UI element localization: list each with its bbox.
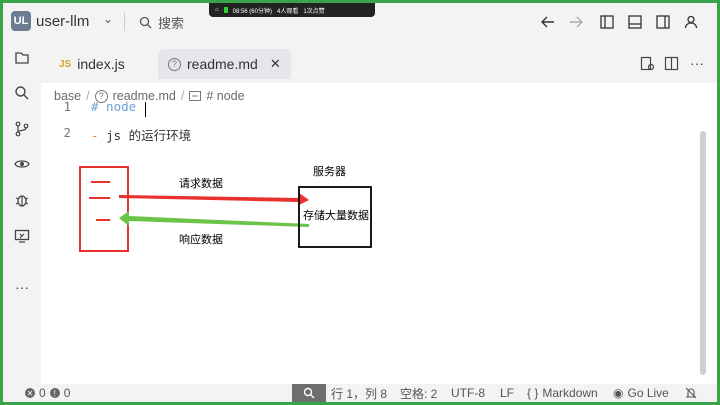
- panel-layout-icon: [628, 15, 642, 29]
- split-editor-button[interactable]: [661, 53, 681, 73]
- warning-count: 0: [63, 386, 71, 400]
- diagram: 请求数据 响应数据 服务器 存储大量数据: [79, 165, 372, 252]
- back-button[interactable]: [537, 11, 559, 33]
- arrow-left-icon: [541, 16, 554, 28]
- broadcast-icon: ◉: [613, 386, 624, 400]
- code-line: # node: [91, 99, 137, 114]
- home-icon: ⌂: [215, 7, 219, 13]
- breadcrumb-separator: /: [86, 89, 90, 103]
- line-number: 1: [63, 99, 71, 114]
- go-live-button[interactable]: ◉ Go Live: [613, 384, 669, 402]
- toggle-secondary-sidebar-button[interactable]: [652, 11, 674, 33]
- activity-bar: ···: [3, 41, 41, 384]
- signal-icon: [223, 7, 228, 13]
- user-icon: [684, 15, 698, 29]
- overlay-viewers: 4人观看: [276, 8, 299, 15]
- error-icon: ✕: [25, 388, 35, 398]
- sidebar-layout-icon: [600, 15, 614, 29]
- overlay-likes: 1次点赞: [303, 8, 325, 15]
- search-label: 搜索: [158, 15, 185, 31]
- close-icon[interactable]: ✕: [270, 56, 281, 72]
- problems-indicator[interactable]: ✕ 0 ! 0: [25, 384, 70, 402]
- debug-button[interactable]: [10, 188, 34, 212]
- search-view-button[interactable]: [10, 81, 34, 105]
- response-label: 响应数据: [179, 232, 223, 246]
- secondary-sidebar-icon: [656, 15, 670, 29]
- status-bar: ✕ 0 ! 0 行 1，列 8 空格: 2 UTF-8 LF { } Markd…: [3, 384, 717, 402]
- response-arrow: [119, 211, 309, 227]
- forward-button[interactable]: [565, 11, 587, 33]
- question-file-icon: ?: [168, 57, 181, 71]
- error-count: 0: [39, 386, 46, 400]
- arrow-right-icon: [570, 16, 583, 28]
- notifications-button[interactable]: [685, 384, 697, 402]
- client-box: [79, 166, 129, 252]
- tab-index-js[interactable]: JS index.js: [49, 49, 135, 79]
- divider: [124, 13, 125, 31]
- recording-overlay: ⌂ 08:56 (60分钟) 4人观看 1次点赞: [209, 3, 375, 17]
- split-icon: [664, 56, 678, 70]
- project-name[interactable]: user-llm: [36, 13, 89, 30]
- server-content: 存储大量数据: [303, 208, 369, 222]
- project-badge[interactable]: UL: [11, 11, 31, 31]
- tab-label: readme.md: [187, 56, 258, 72]
- bug-icon: [15, 195, 29, 207]
- toggle-sidebar-button[interactable]: [596, 11, 618, 33]
- breadcrumb-section[interactable]: # node: [206, 89, 244, 103]
- open-preview-button[interactable]: [637, 53, 657, 73]
- cursor-position[interactable]: 行 1，列 8: [331, 384, 387, 402]
- search-button[interactable]: 搜索: [139, 12, 184, 32]
- language-mode[interactable]: { } Markdown: [527, 384, 598, 402]
- bell-off-icon: [685, 387, 697, 399]
- server-title: 服务器: [313, 165, 346, 178]
- zoom-button[interactable]: [292, 384, 326, 402]
- search-icon: [15, 86, 29, 100]
- code-editor[interactable]: 1 # node 2 - js 的运行环境 请求数据 响应数据 服务器 存储大量…: [41, 99, 701, 384]
- editor-area: JS index.js ? readme.md ✕ ··· base / ? r…: [41, 41, 717, 384]
- remote-window-button[interactable]: [10, 224, 34, 248]
- request-label: 请求数据: [179, 176, 223, 190]
- code-text: js 的运行环境: [106, 128, 192, 143]
- search-icon: [139, 16, 152, 28]
- remote-explorer-button[interactable]: [10, 152, 34, 176]
- tab-label: index.js: [77, 56, 125, 72]
- tab-readme-md[interactable]: ? readme.md ✕: [158, 49, 291, 79]
- indentation[interactable]: 空格: 2: [400, 384, 437, 402]
- list-marker: -: [91, 128, 99, 143]
- source-control-button[interactable]: [10, 117, 34, 141]
- chevron-down-icon[interactable]: ⌄: [103, 12, 113, 26]
- javascript-file-icon: JS: [59, 58, 72, 70]
- language-label: Markdown: [542, 386, 598, 400]
- title-bar: UL user-llm ⌄ 搜索 ⌂ 08:56 (60分钟) 4人观看 1次点…: [3, 3, 717, 41]
- warning-icon: !: [49, 388, 60, 398]
- request-arrow: [119, 193, 309, 205]
- line-number: 2: [63, 125, 71, 140]
- breadcrumb-separator: /: [180, 89, 185, 103]
- eye-icon: [14, 160, 30, 168]
- preview-icon: [640, 56, 654, 70]
- app-window: UL user-llm ⌄ 搜索 ⌂ 08:56 (60分钟) 4人观看 1次点…: [3, 3, 717, 402]
- code-line: - js 的运行环境: [91, 125, 191, 144]
- vertical-scrollbar[interactable]: [700, 131, 706, 375]
- more-actions-icon[interactable]: ···: [687, 53, 707, 73]
- zoom-icon: [303, 387, 315, 399]
- line-ending[interactable]: LF: [500, 384, 514, 402]
- overlay-time: 08:56 (60分钟): [232, 8, 272, 15]
- remote-icon: [14, 229, 30, 243]
- toggle-panel-button[interactable]: [624, 11, 646, 33]
- breadcrumb: base / ? readme.md / # node: [41, 83, 717, 109]
- encoding[interactable]: UTF-8: [451, 384, 485, 402]
- braces-icon: { }: [527, 386, 539, 400]
- more-icon[interactable]: ···: [10, 275, 34, 299]
- tab-bar: JS index.js ? readme.md ✕ ···: [41, 41, 717, 83]
- git-branch-icon: [15, 121, 29, 137]
- symbol-icon: [189, 91, 202, 101]
- account-button[interactable]: [680, 11, 702, 33]
- files-icon: [15, 52, 29, 64]
- text-cursor: [145, 102, 146, 117]
- explorer-button[interactable]: [10, 46, 34, 70]
- go-live-label: Go Live: [627, 386, 669, 400]
